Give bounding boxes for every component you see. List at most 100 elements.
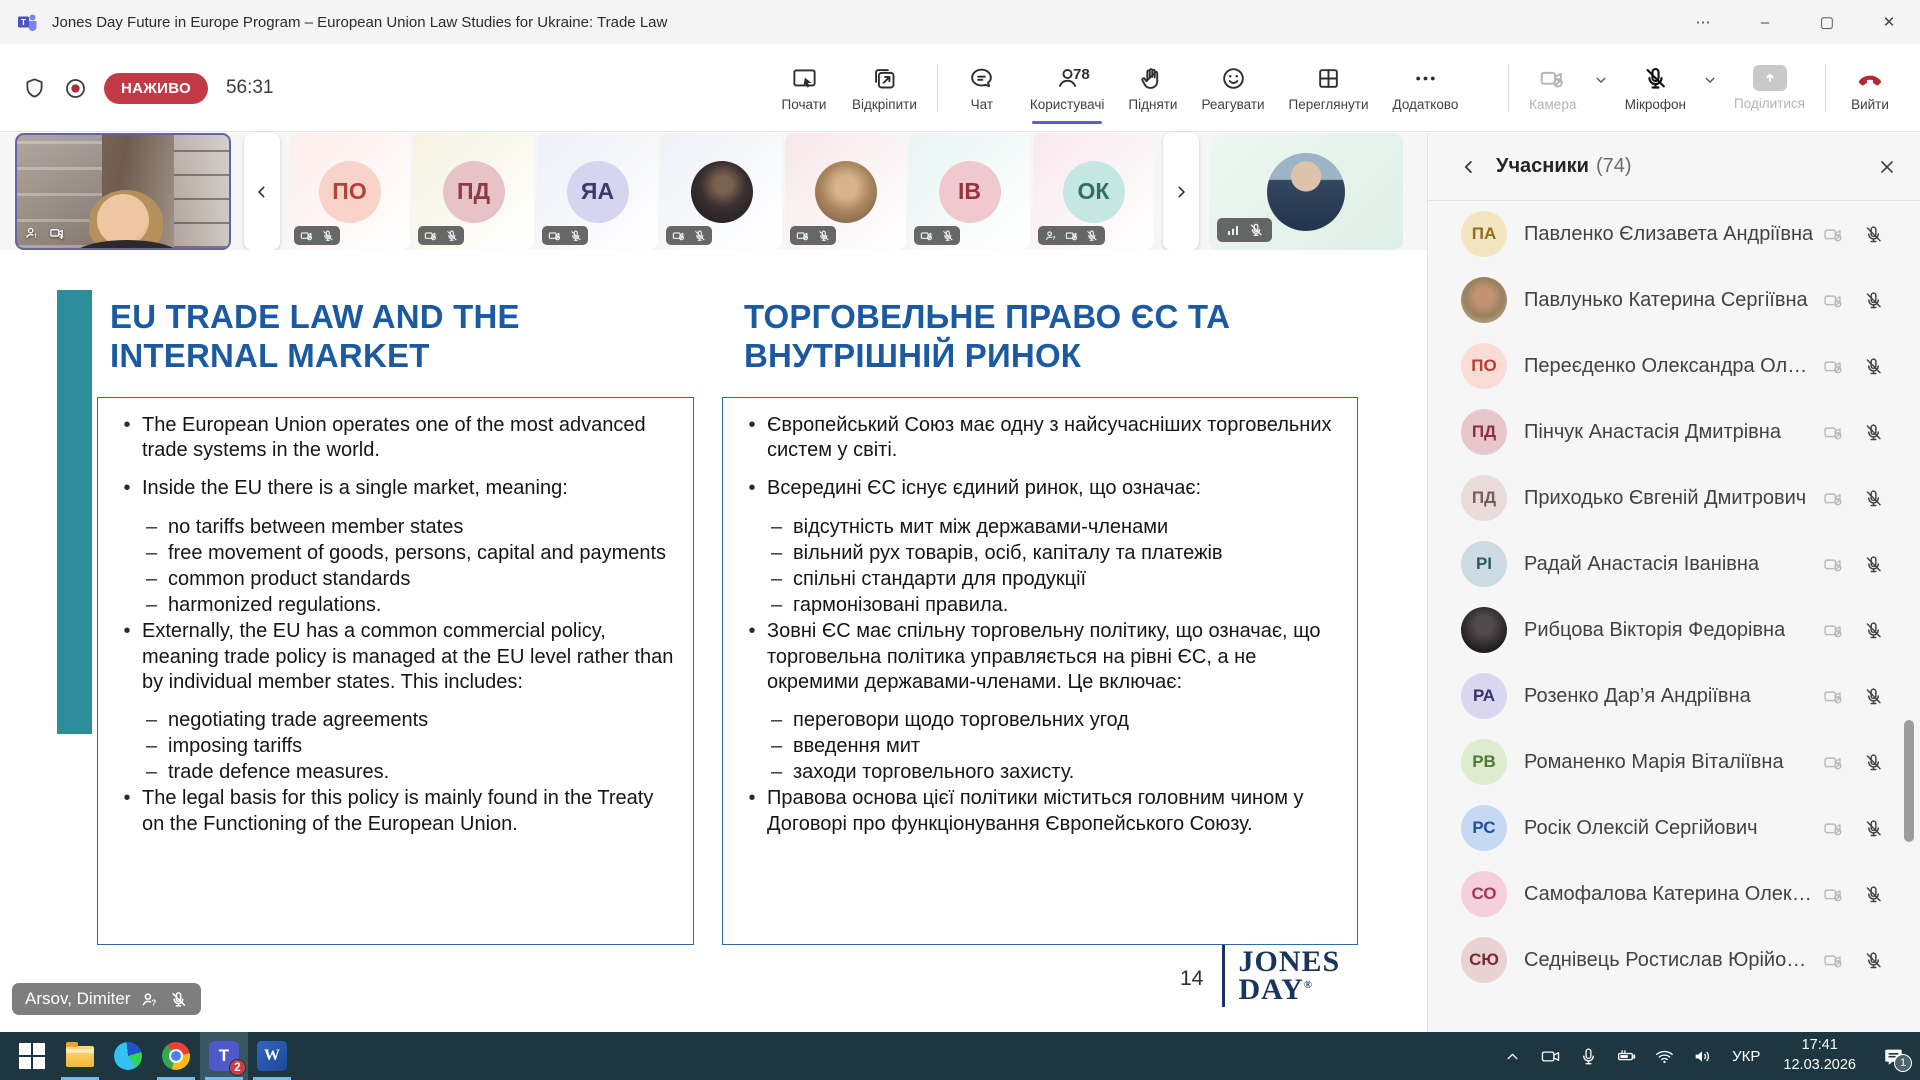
participant-name: Приходько Євгеній Дмитрович bbox=[1524, 487, 1806, 510]
participant-row[interactable]: ПДПриходько Євгеній Дмитрович bbox=[1428, 465, 1920, 531]
participant-row[interactable]: РСРосік Олексій Сергійович bbox=[1428, 795, 1920, 861]
participant-name: Радай Анастасія Іванівна bbox=[1524, 553, 1759, 576]
slide-sub-bullet: –no tariffs between member states bbox=[142, 515, 675, 540]
toolbar-more-button[interactable]: Додатково bbox=[1381, 44, 1471, 132]
sub-bullet-text: відсутність мит між державами-членами bbox=[793, 515, 1168, 540]
toolbar-people-button[interactable]: 78Користувачі bbox=[1018, 44, 1117, 132]
participant-tile-ІВ[interactable]: ІВ bbox=[909, 133, 1030, 250]
mic-options-chevron-icon[interactable] bbox=[1698, 28, 1722, 132]
svg-text:T: T bbox=[21, 17, 27, 27]
back-icon[interactable] bbox=[1458, 156, 1480, 178]
participant-tile-ЯА[interactable]: ЯА bbox=[537, 133, 658, 250]
taskbar-word-button[interactable]: W bbox=[248, 1032, 296, 1080]
participant-row[interactable]: СЮСеднівець Ростислав Юрійов… bbox=[1428, 927, 1920, 993]
clock-time: 17:41 bbox=[1783, 1036, 1856, 1056]
participant-name: Росік Олексій Сергійович bbox=[1524, 817, 1758, 840]
sub-bullet-text: trade defence measures. bbox=[168, 760, 389, 785]
taskbar-clock[interactable]: 17:41 12.03.2026 bbox=[1773, 1036, 1866, 1075]
slide-sub-bullet: –введення мит bbox=[767, 734, 1339, 759]
tray-mic-tray-button[interactable] bbox=[1571, 1032, 1605, 1080]
camera-off-icon bbox=[1823, 686, 1844, 707]
taskbar-teams-button[interactable]: T2 bbox=[200, 1032, 248, 1080]
participant-row[interactable]: СОСамофалова Катерина Олекс… bbox=[1428, 861, 1920, 927]
slide-sub-bullet: –переговори щодо торговельних угод bbox=[767, 708, 1339, 733]
toolbar-chat-button[interactable]: Чат bbox=[946, 44, 1018, 132]
participant-row[interactable]: ПАПавленко Єлизавета Андріївна bbox=[1428, 201, 1920, 267]
participant-name: Пінчук Анастасія Дмитрівна bbox=[1524, 421, 1781, 444]
tile-status-pill bbox=[294, 226, 340, 246]
wifi-tray-button[interactable] bbox=[1647, 1032, 1681, 1080]
participant-row[interactable]: Рибцова Вікторія Федорівна bbox=[1428, 597, 1920, 663]
camera-off-icon bbox=[1823, 290, 1844, 311]
taskbar-explorer-button[interactable] bbox=[56, 1032, 104, 1080]
language-indicator[interactable]: УКР bbox=[1723, 1048, 1769, 1065]
participant-tile-photo[interactable] bbox=[661, 133, 782, 250]
panel-scrollbar[interactable] bbox=[1904, 720, 1914, 842]
participant-row[interactable]: РВРоманенко Марія Віталіївна bbox=[1428, 729, 1920, 795]
smiley-icon bbox=[1220, 64, 1247, 92]
toolbar-unpin-button[interactable]: Відкріпити bbox=[840, 44, 929, 132]
participant-row[interactable]: РІРадай Анастасія Іванівна bbox=[1428, 531, 1920, 597]
avatar-initials: ЯА bbox=[567, 161, 629, 223]
mic-off-icon bbox=[1863, 686, 1884, 707]
participant-row[interactable]: ПДПінчук Анастасія Дмитрівна bbox=[1428, 399, 1920, 465]
tile-status-pill bbox=[790, 226, 836, 246]
taskbar-chrome-button[interactable] bbox=[152, 1032, 200, 1080]
meeting-toolbar: НАЖИВО 56:31 ПочатиВідкріпитиЧат78Корист… bbox=[0, 44, 1920, 132]
tray-camera-tray-button[interactable] bbox=[1533, 1032, 1567, 1080]
bullet-text: Externally, the EU has a common commerci… bbox=[142, 619, 675, 695]
mic-off-icon bbox=[1863, 620, 1884, 641]
slide-bullet: •Externally, the EU has a common commerc… bbox=[112, 619, 675, 785]
camera-off-icon bbox=[1823, 422, 1844, 443]
window-maximize-button[interactable]: ▢ bbox=[1796, 0, 1858, 44]
toolbar-camera-button[interactable]: Камера bbox=[1517, 44, 1589, 132]
presenter-name-pill: Arsov, Dimiter ? bbox=[12, 983, 201, 1015]
toolbar-raise-hand-button[interactable]: Підняти bbox=[1116, 44, 1189, 132]
filmstrip-next-button[interactable] bbox=[1163, 133, 1199, 250]
mic-off-icon bbox=[1642, 64, 1669, 92]
speaker-tray-button[interactable] bbox=[1685, 1032, 1719, 1080]
participant-tile-speaker[interactable] bbox=[1209, 133, 1403, 250]
camera-off-icon bbox=[1823, 950, 1844, 971]
person-question-icon: ? bbox=[140, 990, 159, 1009]
battery-tray-button[interactable] bbox=[1609, 1032, 1643, 1080]
toolbar-start-presenting-button[interactable]: Почати bbox=[768, 44, 840, 132]
participant-row[interactable]: РАРозенко Дар’я Андріївна bbox=[1428, 663, 1920, 729]
toolbar-share-button[interactable]: Поділитися bbox=[1722, 44, 1817, 132]
window-minimize-button[interactable]: – bbox=[1734, 0, 1796, 44]
window-close-button[interactable]: ✕ bbox=[1858, 0, 1920, 44]
svg-text:?: ? bbox=[152, 998, 157, 1007]
toolbar-view-button[interactable]: Переглянути bbox=[1277, 44, 1381, 132]
record-icon[interactable] bbox=[63, 76, 88, 101]
sub-bullet-text: common product standards bbox=[168, 567, 410, 592]
leave-button[interactable]: Вийти bbox=[1834, 44, 1906, 132]
mic-off-icon bbox=[1248, 222, 1264, 238]
taskbar-edge-button[interactable] bbox=[104, 1032, 152, 1080]
slide-bullet: •The legal basis for this policy is main… bbox=[112, 786, 675, 836]
avatar bbox=[1267, 153, 1345, 231]
participant-row[interactable]: Павлунько Катерина Сергіївна bbox=[1428, 267, 1920, 333]
avatar bbox=[691, 161, 753, 223]
presenter-video-tile[interactable]: ! bbox=[15, 133, 231, 250]
chevron-up-tray-button[interactable] bbox=[1495, 1032, 1529, 1080]
participant-tile-ПД[interactable]: ПД bbox=[413, 133, 534, 250]
close-icon[interactable] bbox=[1876, 156, 1898, 178]
toolbar-react-button[interactable]: Реагувати bbox=[1189, 44, 1276, 132]
participant-tile-ПО[interactable]: ПО bbox=[289, 133, 410, 250]
toolbar-mic-button[interactable]: Мікрофон bbox=[1613, 44, 1698, 132]
avatar-initials: РВ bbox=[1461, 739, 1507, 785]
action-center-button[interactable]: 1 bbox=[1870, 1032, 1916, 1080]
slide-sub-bullet: –common product standards bbox=[142, 567, 675, 592]
participant-name: Самофалова Катерина Олекс… bbox=[1524, 883, 1816, 906]
filmstrip-prev-button[interactable] bbox=[244, 133, 280, 250]
person-alert-icon: ! bbox=[24, 225, 40, 241]
participant-tile-ОК[interactable]: ОК? bbox=[1033, 133, 1154, 250]
participant-tile-photo[interactable] bbox=[785, 133, 906, 250]
participant-row[interactable]: ПОПереєденко Олександра Оле… bbox=[1428, 333, 1920, 399]
taskbar-start-button[interactable] bbox=[8, 1032, 56, 1080]
grid-icon bbox=[1315, 64, 1342, 92]
camera-options-chevron-icon[interactable] bbox=[1589, 28, 1613, 132]
chat-icon bbox=[968, 64, 995, 92]
slide-sub-bullet: –заходи торговельного захисту. bbox=[767, 760, 1339, 785]
sub-bullet-text: заходи торговельного захисту. bbox=[793, 760, 1074, 785]
